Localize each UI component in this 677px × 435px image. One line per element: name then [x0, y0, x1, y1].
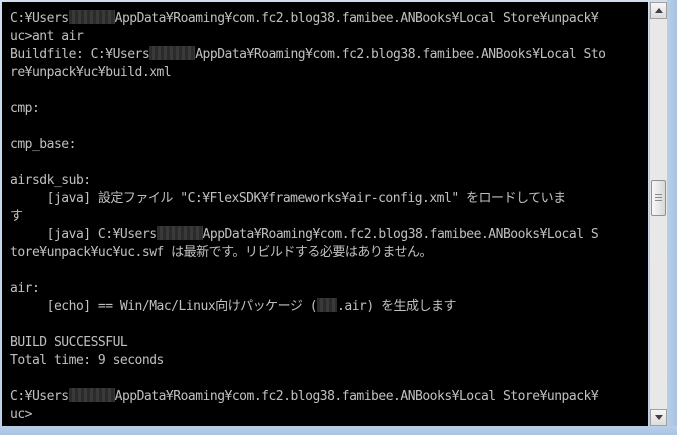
console-text: C:¥Users [10, 11, 69, 26]
console-line: す [10, 209, 23, 224]
thumb-grip [655, 194, 662, 195]
console-line: air: [10, 281, 40, 296]
console-line: uc> [10, 407, 32, 422]
arrow-up-icon [655, 8, 663, 13]
redacted-username [68, 10, 115, 24]
console-lines: C:¥Users AppData¥Roaming¥com.fc2.blog38.f… [10, 10, 606, 424]
console-line: airsdk_sub: [10, 173, 91, 188]
console-output[interactable]: C:¥Users AppData¥Roaming¥com.fc2.blog38.f… [2, 2, 648, 426]
console-text: AppData¥Roaming¥com.fc2.blog38.famibee.A… [195, 47, 606, 62]
scroll-thumb[interactable] [651, 180, 666, 216]
console-text: [echo] == Win/Mac/Linux向けパッケージ ( [10, 299, 318, 314]
window-frame-right [667, 0, 677, 435]
console-text: [java] C:¥Users [10, 227, 157, 242]
redacted-username [156, 226, 203, 240]
console-line: [echo] == Win/Mac/Linux向けパッケージ ( .air) を生… [10, 298, 606, 316]
console-line: cmp: [10, 101, 40, 116]
console-line: cmp_base: [10, 137, 76, 152]
console-line: re¥unpack¥uc¥build.xml [10, 65, 172, 80]
console-text: AppData¥Roaming¥com.fc2.blog38.famibee.A… [202, 227, 599, 242]
console-text: AppData¥Roaming¥com.fc2.blog38.famibee.A… [114, 11, 599, 26]
arrow-down-icon [655, 415, 663, 420]
console-window: C:¥Users AppData¥Roaming¥com.fc2.blog38.f… [0, 0, 677, 435]
console-line: C:¥Users AppData¥Roaming¥com.fc2.blog38.f… [10, 388, 606, 406]
console-text: C:¥Users [10, 389, 69, 404]
thumb-grip [655, 197, 662, 198]
thumb-grip [655, 200, 662, 201]
console-line: C:¥Users AppData¥Roaming¥com.fc2.blog38.f… [10, 10, 606, 28]
scroll-up-button[interactable] [650, 2, 667, 19]
console-line: [java] C:¥Users AppData¥Roaming¥com.fc2.b… [10, 226, 606, 244]
console-text: AppData¥Roaming¥com.fc2.blog38.famibee.A… [114, 389, 599, 404]
console-line: BUILD SUCCESSFUL [10, 335, 128, 350]
redacted-username [68, 388, 115, 402]
console-text: .air) を生成します [337, 299, 457, 314]
scroll-down-button[interactable] [650, 409, 667, 426]
redacted-username [149, 46, 196, 60]
vertical-scrollbar[interactable] [649, 2, 667, 426]
console-line: [java] 設定ファイル "C:¥FlexSDK¥frameworks¥air… [10, 191, 566, 206]
console-line: Buildfile: C:¥Users AppData¥Roaming¥com.f… [10, 46, 606, 64]
console-text: Buildfile: C:¥Users [10, 47, 150, 62]
console-line: Total time: 9 seconds [10, 353, 164, 368]
console-line: tore¥unpack¥uc¥uc.swf は最新です。リビルドする必要はありま… [10, 245, 432, 260]
redacted-username [317, 298, 338, 312]
console-line: uc>ant air [10, 29, 84, 44]
window-frame-bottom [0, 426, 677, 435]
